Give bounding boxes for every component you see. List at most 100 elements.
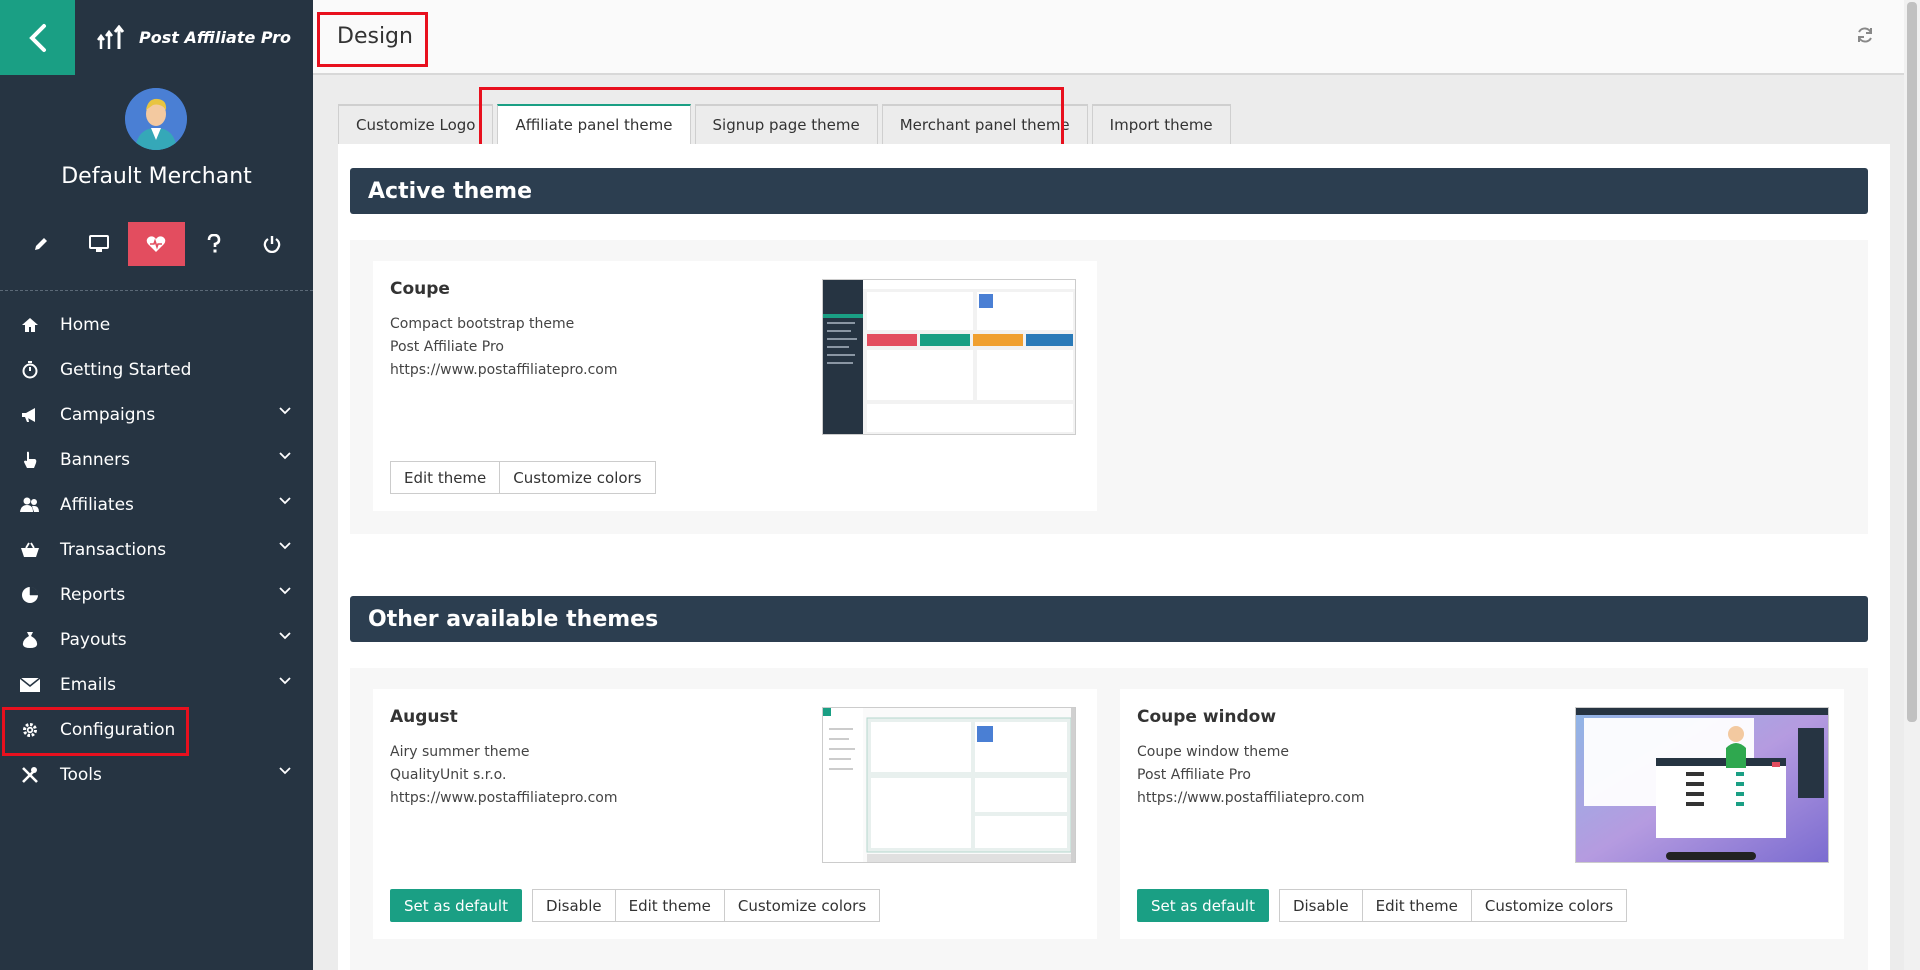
merchant-name: Default Merchant [61,164,252,189]
theme-author: Post Affiliate Pro [390,339,504,355]
title-highlight [317,12,428,67]
chevron-down-icon [279,677,291,685]
pie-chart-icon [20,585,40,605]
theme-author: Post Affiliate Pro [1137,767,1251,783]
other-themes-panel: August Airy summer theme QualityUnit s.r… [350,668,1868,970]
page-header: Design [313,0,1904,75]
chevron-down-icon [279,767,291,775]
sidebar-item-label: Getting Started [60,359,192,380]
basket-icon [20,540,40,560]
scrollbar-thumb[interactable] [1907,2,1917,722]
set-as-default-button[interactable]: Set as default [1137,889,1269,922]
customize-colors-button[interactable]: Customize colors [500,461,656,494]
theme-card-coupe-window: Coupe window Coupe window theme Post Aff… [1120,689,1844,939]
theme-url: https://www.postaffiliatepro.com [390,790,618,806]
home-icon [20,315,40,335]
customize-colors-button[interactable]: Customize colors [1471,889,1628,922]
theme-preview-image [822,279,1076,435]
edit-theme-button[interactable]: Edit theme [390,461,501,494]
theme-name: August [390,707,458,727]
theme-author: QualityUnit s.r.o. [390,767,507,783]
pointer-hand-icon [20,450,40,470]
heart-pulse-icon[interactable] [127,222,186,266]
sidebar-divider [0,290,313,291]
back-button[interactable] [0,0,75,75]
sidebar-item-affiliates[interactable]: Affiliates [0,482,313,527]
sidebar-item-payouts[interactable]: Payouts [0,617,313,662]
tab-import-theme[interactable]: Import theme [1091,104,1231,144]
sidebar-item-label: Reports [60,584,126,605]
theme-preview-image [1575,707,1829,863]
active-theme-panel: Coupe Compact bootstrap theme Post Affil… [350,240,1868,534]
sidebar-item-tools[interactable]: Tools [0,752,313,797]
chevron-down-icon [279,497,291,505]
megaphone-icon [20,405,40,425]
sidebar-item-home[interactable]: Home [0,302,313,347]
users-icon [20,495,40,515]
theme-actions: Set as default Disable Edit theme Custom… [1137,889,1628,922]
brand: Post Affiliate Pro [75,0,313,75]
stopwatch-icon [20,360,40,380]
disable-button[interactable]: Disable [531,889,616,922]
theme-url: https://www.postaffiliatepro.com [1137,790,1365,806]
quick-actions [12,222,301,266]
sidebar-item-getting-started[interactable]: Getting Started [0,347,313,392]
sidebar-item-label: Emails [60,674,117,695]
other-themes-heading: Other available themes [350,596,1868,642]
customize-colors-button[interactable]: Customize colors [724,889,881,922]
theme-description: Airy summer theme [390,744,530,760]
main-content: Active theme Coupe Compact bootstrap the… [338,144,1890,970]
brand-name: Post Affiliate Pro [139,28,291,47]
sidebar-item-label: Campaigns [60,404,156,425]
theme-actions: Edit theme Customize colors [390,461,656,494]
sidebar-item-label: Transactions [60,539,167,560]
configuration-highlight [2,707,189,756]
chevron-down-icon [279,542,291,550]
envelope-icon [20,675,40,695]
sidebar-item-emails[interactable]: Emails [0,662,313,707]
tools-icon [20,765,40,785]
sidebar-item-label: Affiliates [60,494,134,515]
logo-icon [97,24,125,49]
chevron-left-icon [28,23,46,52]
sidebar-item-reports[interactable]: Reports [0,572,313,617]
theme-name: Coupe [390,279,450,299]
money-bag-icon [20,630,40,650]
chevron-down-icon [279,452,291,460]
sidebar-item-banners[interactable]: Banners [0,437,313,482]
sidebar-item-label: Home [60,314,111,335]
sidebar-item-label: Banners [60,449,130,470]
sidebar-item-label: Payouts [60,629,127,650]
theme-card-august: August Airy summer theme QualityUnit s.r… [373,689,1097,939]
sidebar-item-transactions[interactable]: Transactions [0,527,313,572]
sidebar-item-campaigns[interactable]: Campaigns [0,392,313,437]
monitor-icon[interactable] [70,222,128,266]
pencil-icon[interactable] [12,222,70,266]
theme-details: Airy summer theme QualityUnit s.r.o. htt… [390,741,618,810]
refresh-icon[interactable] [1856,26,1874,44]
help-icon[interactable] [185,222,243,266]
chevron-down-icon [279,587,291,595]
theme-description: Compact bootstrap theme [390,316,575,332]
scrollbar[interactable] [1904,0,1920,970]
edit-theme-button[interactable]: Edit theme [615,889,725,922]
chevron-down-icon [279,632,291,640]
theme-preview-image [822,707,1076,863]
sidebar: Post Affiliate Pro Default Merchant Home… [0,0,313,970]
theme-description: Coupe window theme [1137,744,1289,760]
theme-url: https://www.postaffiliatepro.com [390,362,618,378]
edit-theme-button[interactable]: Edit theme [1362,889,1472,922]
theme-details: Coupe window theme Post Affiliate Pro ht… [1137,741,1365,810]
chevron-down-icon [279,407,291,415]
tab-customize-logo[interactable]: Customize Logo [338,104,494,144]
power-icon[interactable] [243,222,301,266]
active-theme-heading: Active theme [350,168,1868,214]
theme-details: Compact bootstrap theme Post Affiliate P… [390,313,618,382]
disable-button[interactable]: Disable [1278,889,1363,922]
sidebar-item-label: Tools [60,764,102,785]
theme-name: Coupe window [1137,707,1277,727]
avatar[interactable] [125,88,187,150]
theme-actions: Set as default Disable Edit theme Custom… [390,889,881,922]
set-as-default-button[interactable]: Set as default [390,889,522,922]
theme-card-coupe: Coupe Compact bootstrap theme Post Affil… [373,261,1097,511]
